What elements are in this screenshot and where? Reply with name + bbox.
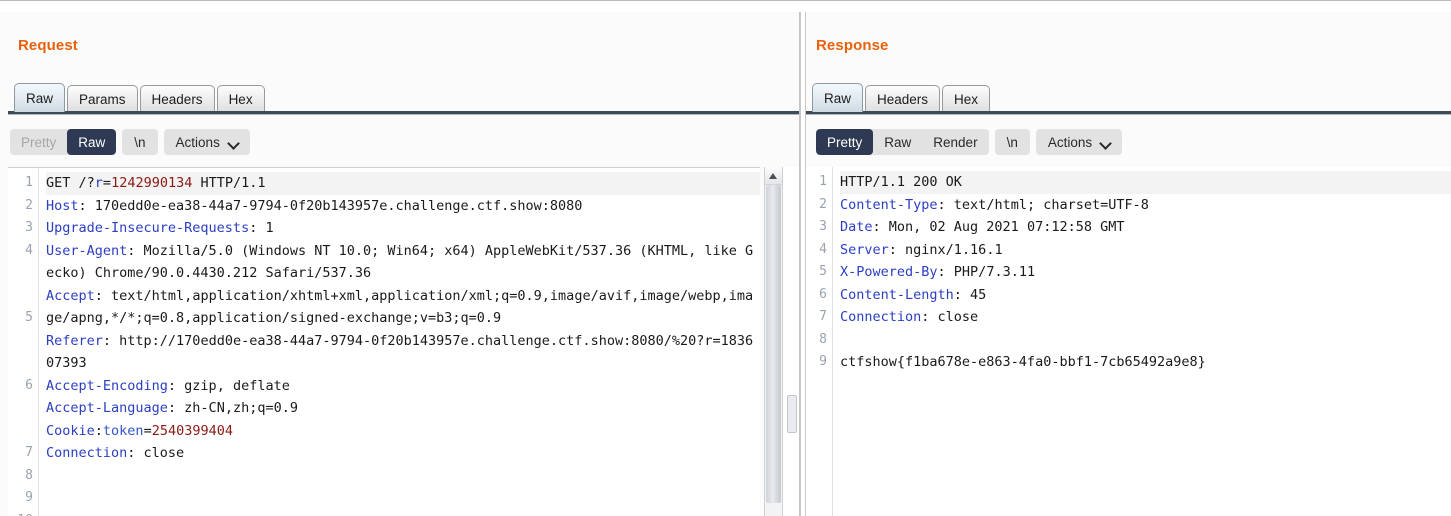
response-line-5: X-Powered-By: PHP/7.3.11: [840, 264, 1036, 280]
request-tabstrip-underline: [8, 111, 799, 114]
request-pane: Request Raw Params Headers Hex Pretty Ra…: [0, 12, 800, 516]
response-tab-hex-label: Hex: [954, 91, 979, 107]
burp-repeater-panel: Request Raw Params Headers Hex Pretty Ra…: [0, 0, 1451, 516]
response-line-6: Content-Length: 45: [840, 286, 987, 303]
response-tab-headers[interactable]: Headers: [865, 85, 941, 112]
scroll-up-arrow-icon[interactable]: [765, 167, 782, 185]
line-number: 1: [819, 174, 827, 189]
splitter-grip[interactable]: [787, 395, 797, 433]
request-line-4: User-Agent: Mozilla/5.0 (Windows NT 10.0…: [46, 242, 754, 282]
line-number: 9: [25, 490, 33, 505]
line-number: 9: [819, 354, 827, 369]
request-line-10: Connection: close: [46, 445, 185, 461]
line-number: 5: [819, 264, 827, 279]
line-number: 3: [25, 220, 33, 235]
response-actions-label: Actions: [1047, 134, 1093, 150]
response-line-numbers: 1 2 3 4 5 6 7 8 9: [806, 167, 832, 516]
response-tab-hex[interactable]: Hex: [942, 85, 991, 112]
request-tab-headers[interactable]: Headers: [139, 85, 215, 112]
request-tab-raw[interactable]: Raw: [14, 83, 66, 112]
response-tabstrip: Raw Headers Hex: [812, 81, 1451, 112]
request-line-3: Upgrade-Insecure-Requests: 1: [46, 220, 274, 236]
request-editor[interactable]: 1 2 3 4 5 6 7 8 9 10 11 GET /?r=12429901…: [8, 167, 760, 516]
request-vertical-scrollbar[interactable]: [764, 167, 783, 516]
response-newline-button[interactable]: \n: [994, 129, 1030, 155]
response-panel-title: Response: [816, 37, 889, 54]
response-pretty-button[interactable]: Pretty: [816, 129, 874, 155]
scrollbar-thumb[interactable]: [766, 185, 781, 503]
line-number: 3: [819, 219, 827, 234]
response-line-4: Server: nginx/1.16.1: [840, 241, 1003, 258]
request-line-9: Cookie:token=2540399404: [46, 422, 233, 439]
response-tab-raw-label: Raw: [824, 90, 852, 106]
response-line-3: Date: Mon, 02 Aug 2021 07:12:58 GMT: [840, 219, 1125, 235]
request-newline-button[interactable]: \n: [122, 129, 158, 155]
line-number: 4: [25, 242, 33, 258]
line-number: 5: [25, 310, 33, 325]
line-number: 8: [25, 467, 33, 483]
request-actions-label: Actions: [175, 134, 220, 150]
line-number: 6: [25, 377, 33, 393]
line-number: 8: [819, 331, 827, 347]
request-toolbar: Pretty Raw \n Actions: [10, 129, 250, 155]
request-line-5: Accept: text/html,application/xhtml+xml,…: [46, 287, 754, 327]
response-line-7: Connection: close: [840, 309, 979, 325]
response-line-2: Content-Type: text/html; charset=UTF-8: [840, 196, 1149, 213]
request-tabstrip-underline-thin: [8, 114, 799, 115]
response-line-1: HTTP/1.1 200 OK: [840, 171, 1451, 194]
request-pretty-button[interactable]: Pretty: [10, 129, 67, 155]
request-tabstrip: Raw Params Headers Hex: [14, 81, 799, 112]
response-pane: Response Raw Headers Hex Pretty Raw Rend…: [806, 12, 1451, 516]
response-actions-dropdown[interactable]: Actions: [1035, 129, 1123, 155]
request-view-mode-group: Pretty Raw: [10, 129, 117, 155]
request-tab-headers-label: Headers: [151, 91, 203, 107]
request-line-6: Referer: http://170edd0e-ea38-44a7-9794-…: [46, 332, 754, 372]
response-render-button[interactable]: Render: [922, 129, 988, 155]
chevron-down-icon: [1101, 138, 1110, 147]
request-line-11: [46, 465, 760, 488]
response-message-body[interactable]: HTTP/1.1 200 OK Content-Type: text/html; …: [832, 167, 1451, 516]
request-actions-dropdown[interactable]: Actions: [163, 129, 250, 155]
request-line-7: Accept-Encoding: gzip, deflate: [46, 377, 290, 394]
request-tab-hex-label: Hex: [228, 91, 253, 107]
response-raw-button[interactable]: Raw: [873, 129, 922, 155]
request-line-numbers: 1 2 3 4 5 6 7 8 9 10 11: [8, 168, 38, 516]
response-view-mode-group: Pretty Raw Render: [816, 129, 989, 155]
request-tab-hex[interactable]: Hex: [216, 85, 265, 112]
response-tab-headers-label: Headers: [877, 91, 929, 107]
request-message-body[interactable]: GET /?r=1242990134 HTTP/1.1 Host: 170edd0…: [38, 168, 760, 516]
line-number: 1: [25, 175, 33, 190]
line-number: 2: [25, 197, 33, 213]
request-panel-title: Request: [18, 37, 78, 54]
line-number: 10: [8, 510, 33, 516]
response-line-8: [840, 329, 1451, 352]
request-tab-params-label: Params: [79, 91, 126, 107]
response-tabstrip-underline-thin: [806, 114, 1451, 115]
line-number: 7: [819, 309, 827, 324]
line-number: 2: [819, 196, 827, 212]
request-pane-splitter[interactable]: [783, 167, 799, 516]
response-toolbar: Pretty Raw Render \n Actions: [816, 129, 1123, 155]
response-flag-line: ctfshow{f1ba678e-e863-4fa0-bbf1-7cb65492…: [840, 354, 1206, 370]
request-tab-params[interactable]: Params: [67, 85, 138, 112]
request-raw-button[interactable]: Raw: [67, 129, 117, 155]
line-number: 4: [819, 241, 827, 257]
response-tab-raw[interactable]: Raw: [812, 83, 864, 112]
request-line-8: Accept-Language: zh-CN,zh;q=0.9: [46, 400, 298, 416]
response-editor[interactable]: 1 2 3 4 5 6 7 8 9 HTTP/1.1 200 OK Content…: [806, 167, 1451, 516]
request-line-1: GET /?r=1242990134 HTTP/1.1: [46, 172, 760, 195]
request-tab-raw-label: Raw: [26, 90, 54, 106]
response-tabstrip-underline: [806, 111, 1451, 114]
request-line-2: Host: 170edd0e-ea38-44a7-9794-0f20b14395…: [46, 197, 583, 214]
line-number: 6: [819, 286, 827, 302]
line-number: 7: [25, 445, 33, 460]
chevron-down-icon: [229, 138, 238, 147]
